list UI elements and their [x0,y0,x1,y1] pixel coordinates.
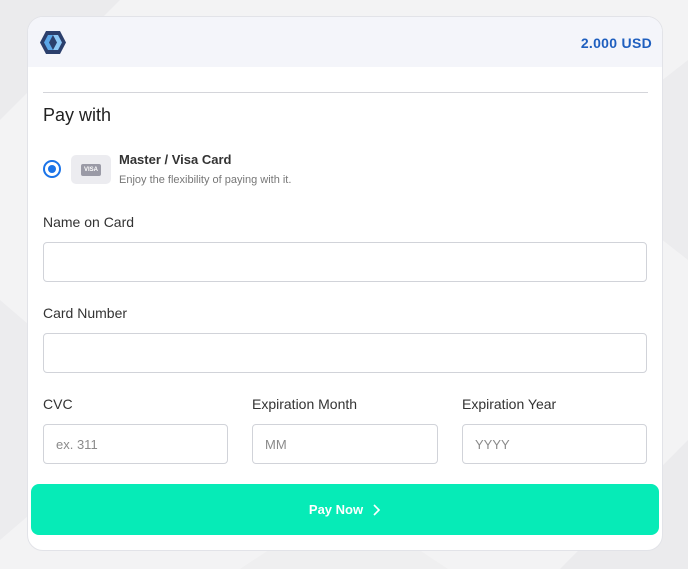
payment-method-subtitle: Enjoy the flexibility of paying with it. [119,174,292,186]
pay-now-label: Pay Now [308,502,364,517]
card-number-label: Card Number [43,305,128,321]
pay-now-button[interactable]: Pay Now [31,484,659,535]
divider [43,92,648,93]
checkout-header: 2.000 USD [28,17,662,67]
payment-method-title: Master / Visa Card [119,152,232,167]
order-amount: 2.000 USD [580,35,652,51]
visa-mini-label: VISA [81,164,101,176]
payment-method-radio[interactable] [43,160,61,178]
name-on-card-input[interactable] [43,242,647,282]
name-on-card-label: Name on Card [43,214,135,230]
expiration-year-label: Expiration Year [462,396,557,412]
checkout-card: 2.000 USD Pay with VISA Master / Visa Ca… [27,16,663,551]
brand-logo-icon [40,31,66,54]
chevron-right-icon [373,503,381,516]
card-number-input[interactable] [43,333,647,373]
expiration-year-input[interactable] [462,424,647,464]
pay-with-heading: Pay with [43,105,112,125]
expiration-month-input[interactable] [252,424,438,464]
cvc-input[interactable] [43,424,228,464]
card-icon: VISA [71,155,111,184]
cvc-label: CVC [43,396,73,412]
expiration-month-label: Expiration Month [252,396,358,412]
